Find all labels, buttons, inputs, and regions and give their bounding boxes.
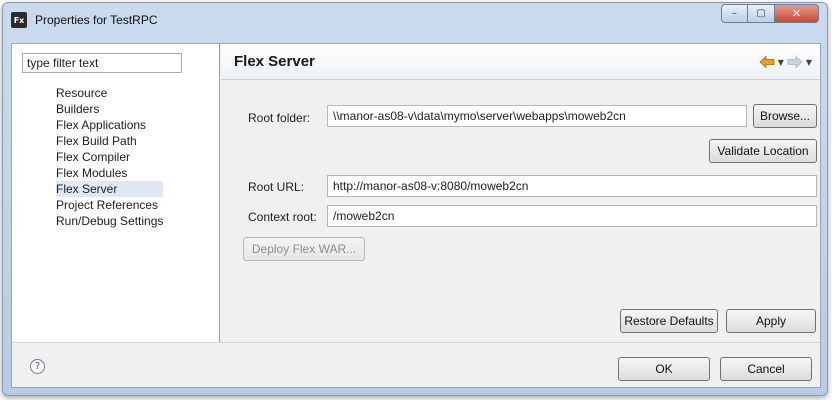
cancel-button[interactable]: Cancel	[720, 357, 812, 381]
sidebar-item-flex-build-path[interactable]: Flex Build Path	[56, 133, 163, 149]
back-dropdown-icon[interactable]: ▼	[778, 58, 784, 67]
sidebar-nav-list: Resource Builders Flex Applications Flex Bu…	[56, 85, 164, 229]
apply-button[interactable]: Apply	[726, 309, 816, 333]
sidebar-item-project-references[interactable]: Project References	[56, 197, 163, 213]
back-arrow-icon[interactable]	[759, 55, 775, 69]
sidebar-item-flex-server[interactable]: Flex Server	[56, 181, 164, 197]
properties-dialog: Fx Properties for TestRPC – ▢ ✕ Resource…	[2, 2, 828, 396]
sidebar-item-run-debug-settings[interactable]: Run/Debug Settings	[56, 213, 163, 229]
root-folder-label: Root folder:	[248, 111, 311, 125]
page-header: Flex Server ▼ ▼	[221, 44, 820, 80]
flex-app-icon: Fx	[11, 12, 27, 28]
sidebar-item-flex-compiler[interactable]: Flex Compiler	[56, 149, 163, 165]
forward-dropdown-icon[interactable]: ▼	[806, 58, 812, 67]
root-folder-field[interactable]	[327, 105, 747, 127]
context-root-field[interactable]	[327, 205, 817, 227]
page-title: Flex Server	[234, 53, 315, 70]
history-navigation: ▼ ▼	[759, 55, 812, 69]
dialog-client-area: ResourceBuildersFlex ApplicationsFlex Bu…	[11, 43, 821, 388]
main-pane: Flex Server ▼ ▼ Root folder: Browse... V…	[221, 44, 820, 342]
forward-arrow-icon[interactable]	[787, 55, 803, 69]
window-controls: – ▢ ✕	[721, 4, 819, 23]
filter-input[interactable]	[22, 53, 182, 73]
minimize-button[interactable]: –	[721, 4, 748, 23]
title-bar[interactable]: Fx Properties for TestRPC – ▢ ✕	[3, 3, 827, 39]
sidebar: ResourceBuildersFlex ApplicationsFlex Bu…	[12, 44, 220, 342]
sidebar-item-builders[interactable]: Builders	[56, 101, 163, 117]
window-title: Properties for TestRPC	[35, 13, 158, 27]
browse-button[interactable]: Browse...	[753, 104, 817, 128]
sidebar-item-flex-applications[interactable]: Flex Applications	[56, 117, 163, 133]
dialog-footer: ? OK Cancel	[12, 342, 820, 388]
sidebar-item-flex-modules[interactable]: Flex Modules	[56, 165, 163, 181]
root-url-label: Root URL:	[248, 180, 305, 194]
root-url-field[interactable]	[327, 175, 817, 197]
ok-button[interactable]: OK	[618, 357, 710, 381]
validate-location-button[interactable]: Validate Location	[709, 139, 817, 163]
restore-defaults-button[interactable]: Restore Defaults	[620, 309, 718, 333]
deploy-flex-war-button[interactable]: Deploy Flex WAR...	[243, 237, 365, 261]
context-root-label: Context root:	[248, 210, 317, 224]
maximize-button[interactable]: ▢	[748, 4, 775, 23]
sidebar-item-resource[interactable]: Resource	[56, 85, 163, 101]
help-icon[interactable]: ?	[30, 359, 45, 374]
close-button[interactable]: ✕	[775, 4, 819, 23]
